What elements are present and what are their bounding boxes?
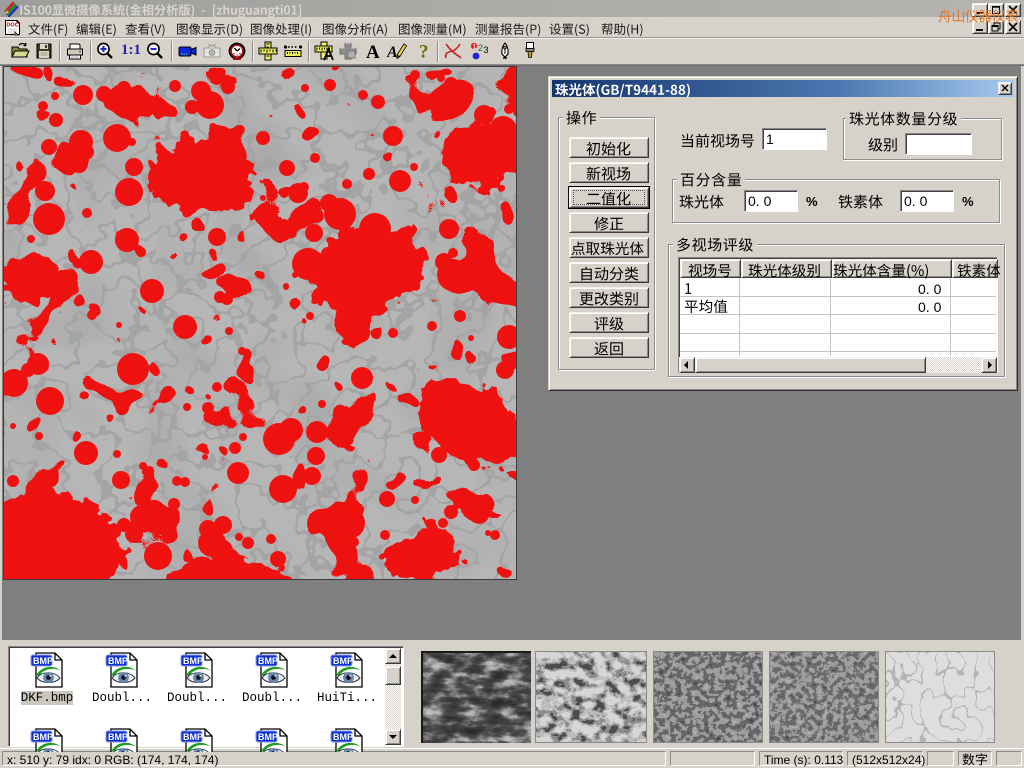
svg-text:BMP: BMP [33,656,53,666]
svg-text:?: ? [419,42,429,62]
svg-text:3: 3 [484,45,489,55]
svg-text:BMP: BMP [183,732,203,742]
svg-text:BMP: BMP [258,656,278,666]
svg-text:BMP: BMP [33,732,53,742]
svg-text:BMP: BMP [333,656,353,666]
svg-text:2: 2 [478,43,483,53]
svg-text:BMP: BMP [333,732,353,742]
svg-text:A: A [387,44,398,61]
svg-text:BMP: BMP [183,656,203,666]
svg-text:BMP: BMP [258,732,278,742]
svg-text:BMP: BMP [108,656,128,666]
svg-text:BMP: BMP [108,732,128,742]
svg-text:DOC: DOC [6,23,18,29]
svg-text:A: A [366,42,380,61]
svg-text:1: 1 [473,44,477,51]
